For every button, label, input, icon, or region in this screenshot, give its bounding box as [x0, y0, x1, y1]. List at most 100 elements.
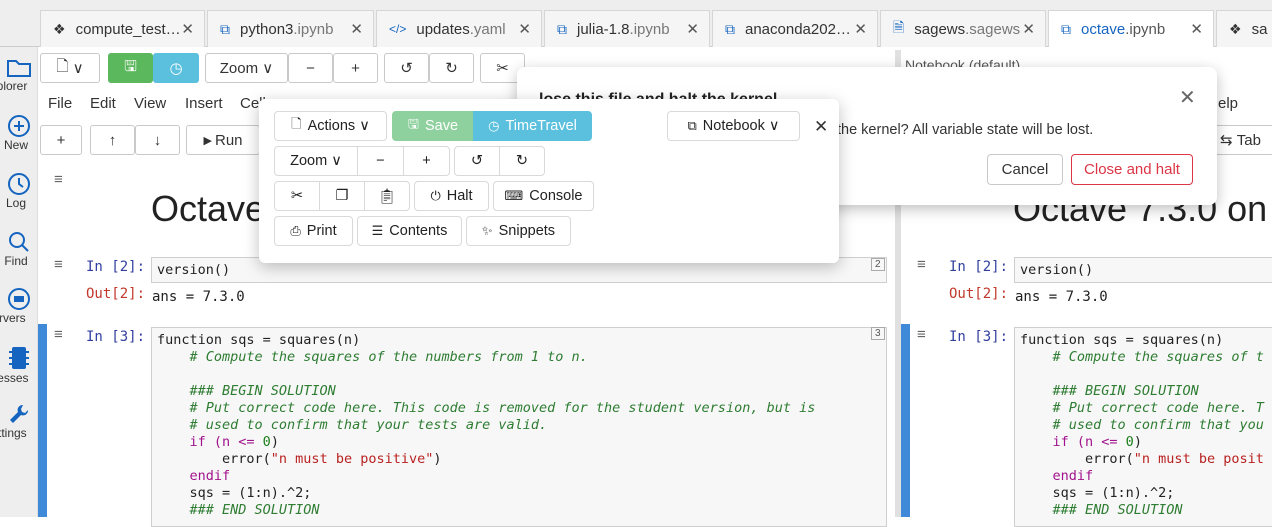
sidebar-label: Log — [5, 196, 27, 210]
cancel-button[interactable]: Cancel — [987, 154, 1063, 185]
jupyter-icon: ⧉ — [557, 20, 567, 37]
tab-julia[interactable]: ⧉ julia-1.8.ipynb ✕ — [544, 10, 710, 47]
close-icon[interactable]: ✕ — [350, 20, 363, 38]
zoom-out-button[interactable]: − — [357, 146, 404, 176]
console-button[interactable]: ⌨ Console — [493, 181, 594, 211]
tab-sa[interactable]: ❖ sa — [1216, 10, 1272, 47]
cell-menu-icon[interactable]: ≡ — [54, 256, 63, 273]
code-block: function sqs = squares(n) # Compute the … — [157, 332, 815, 519]
halt-label: Halt — [446, 188, 473, 204]
terminal-icon: ⌨ — [504, 188, 524, 203]
tab-updates[interactable]: </> updates.yaml ✕ — [376, 10, 542, 47]
cell-menu-icon[interactable]: ≡ — [917, 326, 926, 343]
close-and-halt-button[interactable]: Close and halt — [1071, 154, 1193, 185]
tab-ext: .ipynb — [293, 20, 334, 38]
halt-button[interactable]: ⏻ Halt — [414, 181, 489, 211]
toolbar-overflow-popover: 🗋 Actions ∨ 🖫 Save ◷ TimeTravel ⧉ Notebook ∨… — [259, 99, 839, 263]
redo-button[interactable]: ↻ — [499, 146, 545, 176]
close-icon[interactable]: ✕ — [814, 117, 828, 137]
tab-compute-test[interactable]: ❖ compute_test… ✕ — [40, 10, 205, 47]
menu-view[interactable]: View — [134, 95, 166, 112]
close-icon[interactable]: ✕ — [686, 20, 699, 38]
sidebar-item-settings[interactable]: ettings — [0, 402, 38, 440]
tab-octave[interactable]: ⧉ octave.ipynb ✕ — [1048, 10, 1214, 47]
close-icon[interactable]: ✕ — [854, 20, 867, 38]
plus-icon: + — [56, 131, 66, 149]
save-icon: 🖫 — [124, 57, 137, 75]
close-icon[interactable]: ✕ — [1190, 20, 1203, 38]
menu-edit[interactable]: Edit — [90, 95, 116, 112]
redo-button[interactable]: ↻ — [429, 53, 474, 83]
code-line: ### BEGIN SOLUTION — [1020, 383, 1199, 399]
contents-button[interactable]: ☰ Contents — [357, 216, 462, 246]
close-icon[interactable]: ✕ — [1022, 20, 1035, 38]
scissors-icon: ✂ — [496, 60, 509, 77]
undo-button[interactable]: ↺ — [454, 146, 500, 176]
cell-menu-icon[interactable]: ≡ — [54, 171, 63, 188]
actions-button[interactable]: 🗋 Actions ∨ — [274, 111, 387, 141]
zoom-in-button[interactable]: + — [403, 146, 450, 176]
sidebar-label: ervers — [0, 311, 26, 325]
print-label: Print — [306, 223, 337, 239]
cut-button[interactable]: ✂ — [274, 181, 320, 211]
tab-label: Tab — [1236, 131, 1261, 149]
sidebar-item-processes[interactable]: ocesses — [0, 345, 38, 385]
menu-file[interactable]: File — [48, 95, 72, 112]
cell-in-prompt: In [2]: — [949, 259, 1009, 275]
code-line: # Put correct code here. This code is re… — [157, 400, 816, 416]
code-line: # Put correct code here. T — [1020, 400, 1264, 416]
close-icon[interactable]: ✕ — [181, 20, 194, 38]
insert-cell-button[interactable]: + — [40, 125, 82, 155]
code-line: endif — [157, 468, 231, 484]
tab-label: octave — [1081, 20, 1126, 38]
cell-menu-icon[interactable]: ≡ — [54, 326, 63, 343]
timetravel-button[interactable]: ◷ — [153, 53, 199, 83]
file-tab-bar: ❖ compute_test… ✕ ⧉ python3.ipynb ✕ </> … — [0, 0, 1272, 47]
code-line: ### END SOLUTION — [1020, 502, 1183, 518]
undo-button[interactable]: ↺ — [384, 53, 429, 83]
file-actions-button[interactable]: 🗋 ∨ — [40, 53, 100, 83]
timetravel-button[interactable]: ◷ TimeTravel — [473, 111, 592, 141]
copy-button[interactable]: ❐ — [319, 181, 365, 211]
cell-menu-icon[interactable]: ≡ — [917, 256, 926, 273]
close-icon[interactable]: ✕ — [518, 20, 531, 38]
menu-help[interactable]: elp — [1218, 95, 1238, 112]
sidebar-item-log[interactable]: Log — [0, 172, 38, 210]
zoom-button[interactable]: Zoom ∨ — [274, 146, 358, 176]
zoom-out-button[interactable]: − — [288, 53, 333, 83]
code-line: # used to confirm that your tests are va… — [157, 417, 548, 433]
tab-sagews[interactable]: 🗎 sagews.sagews ✕ — [880, 10, 1046, 47]
tab-python3[interactable]: ⧉ python3.ipynb ✕ — [207, 10, 374, 47]
zoom-button[interactable]: Zoom ∨ — [205, 53, 288, 83]
sidebar-item-servers[interactable]: ervers — [0, 287, 38, 325]
activity-sidebar: xplorer New Log Find ervers ocesses etti… — [0, 47, 38, 517]
selected-cell-bar — [901, 324, 910, 517]
save-button[interactable]: 🖫 Save — [392, 111, 474, 141]
run-button[interactable]: ▶ Run — [186, 125, 260, 155]
tab-anaconda[interactable]: ⧉ anaconda202… ✕ — [712, 10, 878, 47]
sidebar-item-new[interactable]: New — [0, 114, 38, 152]
tab-ext: .ipynb — [1125, 20, 1166, 38]
menu-insert[interactable]: Insert — [185, 95, 223, 112]
sidebar-item-explorer[interactable]: xplorer — [0, 55, 38, 93]
jupyter-icon: ⧉ — [1061, 20, 1071, 37]
file-icon: 🗎 — [893, 19, 905, 35]
history-icon — [8, 173, 30, 195]
cell-number-badge: 2 — [871, 258, 885, 271]
move-up-button[interactable]: ↑ — [90, 125, 135, 155]
snippets-button[interactable]: ✨︎ Snippets — [466, 216, 571, 246]
cell-in-prompt: In [3]: — [86, 329, 146, 345]
sidebar-item-find[interactable]: Find — [0, 230, 38, 268]
code-block: function sqs = squares(n) # Compute the … — [1020, 332, 1264, 519]
tab-ext: .ipynb — [629, 20, 670, 38]
history-icon: ◷ — [488, 118, 500, 133]
notebook-kernel-button[interactable]: ⧉ Notebook ∨ — [667, 111, 800, 141]
servers-icon — [8, 288, 30, 310]
zoom-in-button[interactable]: + — [333, 53, 378, 83]
paste-button[interactable]: 📋︎ — [364, 181, 410, 211]
save-button[interactable]: 🖫 — [108, 53, 153, 83]
print-button[interactable]: ⎙ Print — [274, 216, 353, 246]
close-icon[interactable]: ✕ — [1179, 85, 1196, 110]
move-down-button[interactable]: ↓ — [135, 125, 180, 155]
